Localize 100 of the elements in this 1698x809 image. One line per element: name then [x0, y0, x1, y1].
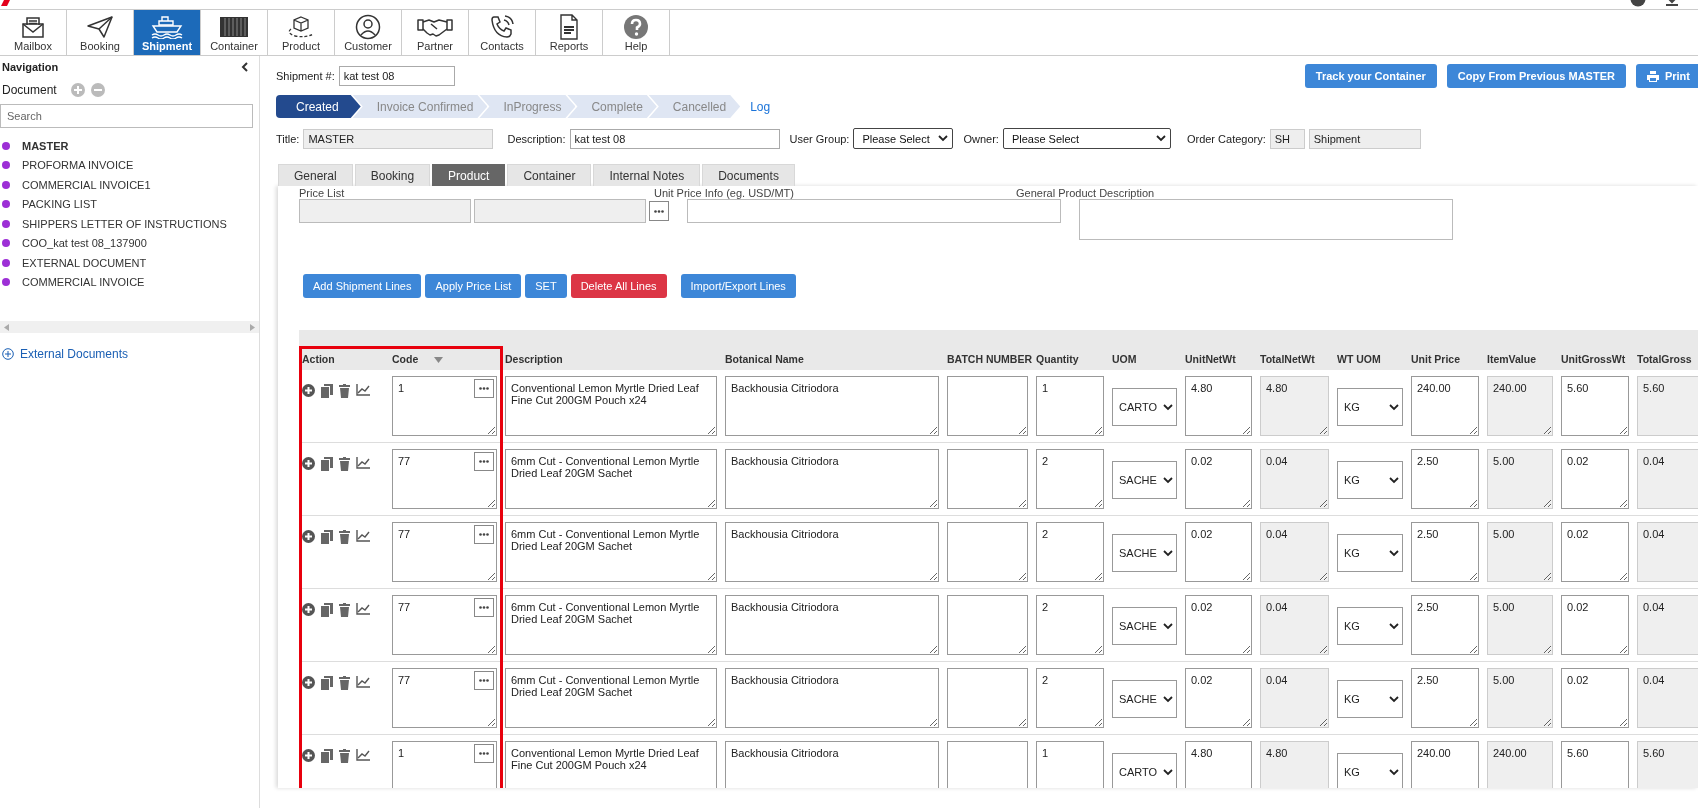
- toolbar-tab[interactable]: Contacts: [469, 10, 536, 55]
- toolbar-tab[interactable]: Help: [603, 10, 670, 55]
- total-gross-weight-field[interactable]: 0.04: [1637, 522, 1698, 582]
- botanical-name-field[interactable]: Backhousia Citriodora: [725, 595, 939, 655]
- line-button[interactable]: Import/Export Lines: [680, 274, 796, 298]
- item-value-field[interactable]: 5.00: [1487, 522, 1553, 582]
- unit-net-weight-field[interactable]: 0.02: [1185, 668, 1252, 728]
- code-field[interactable]: 77: [392, 522, 497, 582]
- description-field[interactable]: 6mm Cut - Conventional Lemon Myrtle Dried Leaf 20GM Sachet: [505, 668, 717, 728]
- external-documents-link[interactable]: External Documents: [20, 347, 129, 361]
- log-link[interactable]: Log: [750, 99, 771, 114]
- unit-gross-weight-field[interactable]: 5.60: [1561, 741, 1629, 788]
- uom-dropdown[interactable]: SACHE: [1112, 607, 1177, 645]
- action-button[interactable]: Track your Container: [1304, 64, 1437, 88]
- column-header[interactable]: WT UOM: [1337, 353, 1381, 365]
- botanical-name-field[interactable]: Backhousia Citriodora: [725, 449, 939, 509]
- unit-price-field[interactable]: 240.00: [1411, 741, 1479, 788]
- toolbar-tab[interactable]: Customer: [335, 10, 402, 55]
- unit-net-weight-field[interactable]: 0.02: [1185, 449, 1252, 509]
- tab[interactable]: Internal Notes: [593, 164, 701, 186]
- tab[interactable]: Product: [432, 164, 506, 186]
- item-value-field[interactable]: 240.00: [1487, 741, 1553, 788]
- unit-price-field[interactable]: 240.00: [1411, 376, 1479, 436]
- uom-dropdown[interactable]: SACHE: [1112, 461, 1177, 499]
- print-button[interactable]: Print: [1635, 64, 1698, 88]
- line-button[interactable]: Add Shipment Lines: [303, 274, 422, 298]
- column-header[interactable]: ItemValue: [1487, 353, 1537, 365]
- column-header[interactable]: Botanical Name: [725, 353, 804, 365]
- tab[interactable]: Documents: [702, 164, 795, 186]
- status-step[interactable]: Created: [276, 95, 361, 118]
- unit-price-field[interactable]: 2.50: [1411, 522, 1479, 582]
- total-net-weight-field[interactable]: 0.04: [1260, 595, 1329, 655]
- quantity-field[interactable]: 1: [1036, 376, 1104, 436]
- quantity-field[interactable]: 1: [1036, 741, 1104, 788]
- unit-gross-weight-field[interactable]: 0.02: [1561, 522, 1629, 582]
- unit-gross-weight-field[interactable]: 0.02: [1561, 449, 1629, 509]
- tab[interactable]: Container: [507, 164, 592, 186]
- code-field[interactable]: 1: [392, 741, 497, 788]
- weight-uom-dropdown[interactable]: KG: [1337, 753, 1403, 788]
- item-value-field[interactable]: 240.00: [1487, 376, 1553, 436]
- unit-net-weight-field[interactable]: 4.80: [1185, 376, 1252, 436]
- botanical-name-field[interactable]: Backhousia Citriodora: [725, 741, 939, 788]
- toolbar-tab[interactable]: Shipment: [134, 10, 201, 55]
- line-button[interactable]: SET: [525, 274, 567, 298]
- unit-gross-weight-field[interactable]: 5.60: [1561, 376, 1629, 436]
- dropdown[interactable]: Please Select: [1002, 128, 1171, 149]
- tab[interactable]: General: [278, 164, 353, 186]
- dropdown[interactable]: Please Select: [853, 128, 954, 149]
- unit-gross-weight-field[interactable]: 0.02: [1561, 668, 1629, 728]
- unit-price-field[interactable]: 2.50: [1411, 595, 1479, 655]
- document-item[interactable]: SHIPPERS LETTER OF INSTRUCTIONS: [22, 217, 227, 230]
- description-field[interactable]: 6mm Cut - Conventional Lemon Myrtle Dried Leaf 20GM Sachet: [505, 595, 717, 655]
- total-net-weight-field[interactable]: 4.80: [1260, 376, 1329, 436]
- weight-uom-dropdown[interactable]: KG: [1337, 607, 1403, 645]
- toolbar-tab[interactable]: Product: [268, 10, 335, 55]
- code-field[interactable]: 77: [392, 668, 497, 728]
- unit-gross-weight-field[interactable]: 0.02: [1561, 595, 1629, 655]
- document-item[interactable]: PROFORMA INVOICE: [22, 159, 134, 172]
- unit-net-weight-field[interactable]: 0.02: [1185, 522, 1252, 582]
- column-header[interactable]: BATCH NUMBER: [947, 353, 1032, 365]
- uom-dropdown[interactable]: SACHE: [1112, 534, 1177, 572]
- total-gross-weight-field[interactable]: 0.04: [1637, 595, 1698, 655]
- botanical-name-field[interactable]: Backhousia Citriodora: [725, 522, 939, 582]
- document-item[interactable]: COO_kat test 08_137900: [22, 237, 147, 250]
- column-header[interactable]: Quantity: [1036, 353, 1079, 365]
- total-net-weight-field[interactable]: 0.04: [1260, 449, 1329, 509]
- document-item[interactable]: MASTER: [22, 139, 69, 152]
- total-net-weight-field[interactable]: 4.80: [1260, 741, 1329, 788]
- column-header[interactable]: Unit Price: [1411, 353, 1460, 365]
- quantity-field[interactable]: 2: [1036, 449, 1104, 509]
- line-button[interactable]: Delete All Lines: [570, 274, 667, 298]
- quantity-field[interactable]: 2: [1036, 595, 1104, 655]
- total-gross-weight-field[interactable]: 5.60: [1637, 376, 1698, 436]
- item-value-field[interactable]: 5.00: [1487, 595, 1553, 655]
- code-field[interactable]: 77: [392, 449, 497, 509]
- text-field[interactable]: kat test 08: [569, 128, 780, 149]
- uom-dropdown[interactable]: CARTO: [1112, 753, 1177, 788]
- quantity-field[interactable]: 2: [1036, 522, 1104, 582]
- column-header[interactable]: UnitGrossWt: [1561, 353, 1626, 365]
- total-gross-weight-field[interactable]: 0.04: [1637, 449, 1698, 509]
- weight-uom-dropdown[interactable]: KG: [1337, 388, 1403, 426]
- weight-uom-dropdown[interactable]: KG: [1337, 461, 1403, 499]
- column-header[interactable]: UOM: [1112, 353, 1137, 365]
- code-field[interactable]: 77: [392, 595, 497, 655]
- description-field[interactable]: 6mm Cut - Conventional Lemon Myrtle Dried Leaf 20GM Sachet: [505, 522, 717, 582]
- total-net-weight-field[interactable]: 0.04: [1260, 668, 1329, 728]
- document-item[interactable]: PACKING LIST: [22, 198, 97, 211]
- unit-net-weight-field[interactable]: 0.02: [1185, 595, 1252, 655]
- total-gross-weight-field[interactable]: 0.04: [1637, 668, 1698, 728]
- action-button[interactable]: Copy From Previous MASTER: [1446, 64, 1626, 88]
- item-value-field[interactable]: 5.00: [1487, 449, 1553, 509]
- weight-uom-dropdown[interactable]: KG: [1337, 534, 1403, 572]
- weight-uom-dropdown[interactable]: KG: [1337, 680, 1403, 718]
- column-header[interactable]: TotalNetWt: [1260, 353, 1315, 365]
- toolbar-tab[interactable]: Mailbox: [0, 10, 67, 55]
- quantity-field[interactable]: 2: [1036, 668, 1104, 728]
- unit-net-weight-field[interactable]: 4.80: [1185, 741, 1252, 788]
- document-item[interactable]: EXTERNAL DOCUMENT: [22, 256, 147, 269]
- total-gross-weight-field[interactable]: 5.60: [1637, 741, 1698, 788]
- tab[interactable]: Booking: [354, 164, 431, 186]
